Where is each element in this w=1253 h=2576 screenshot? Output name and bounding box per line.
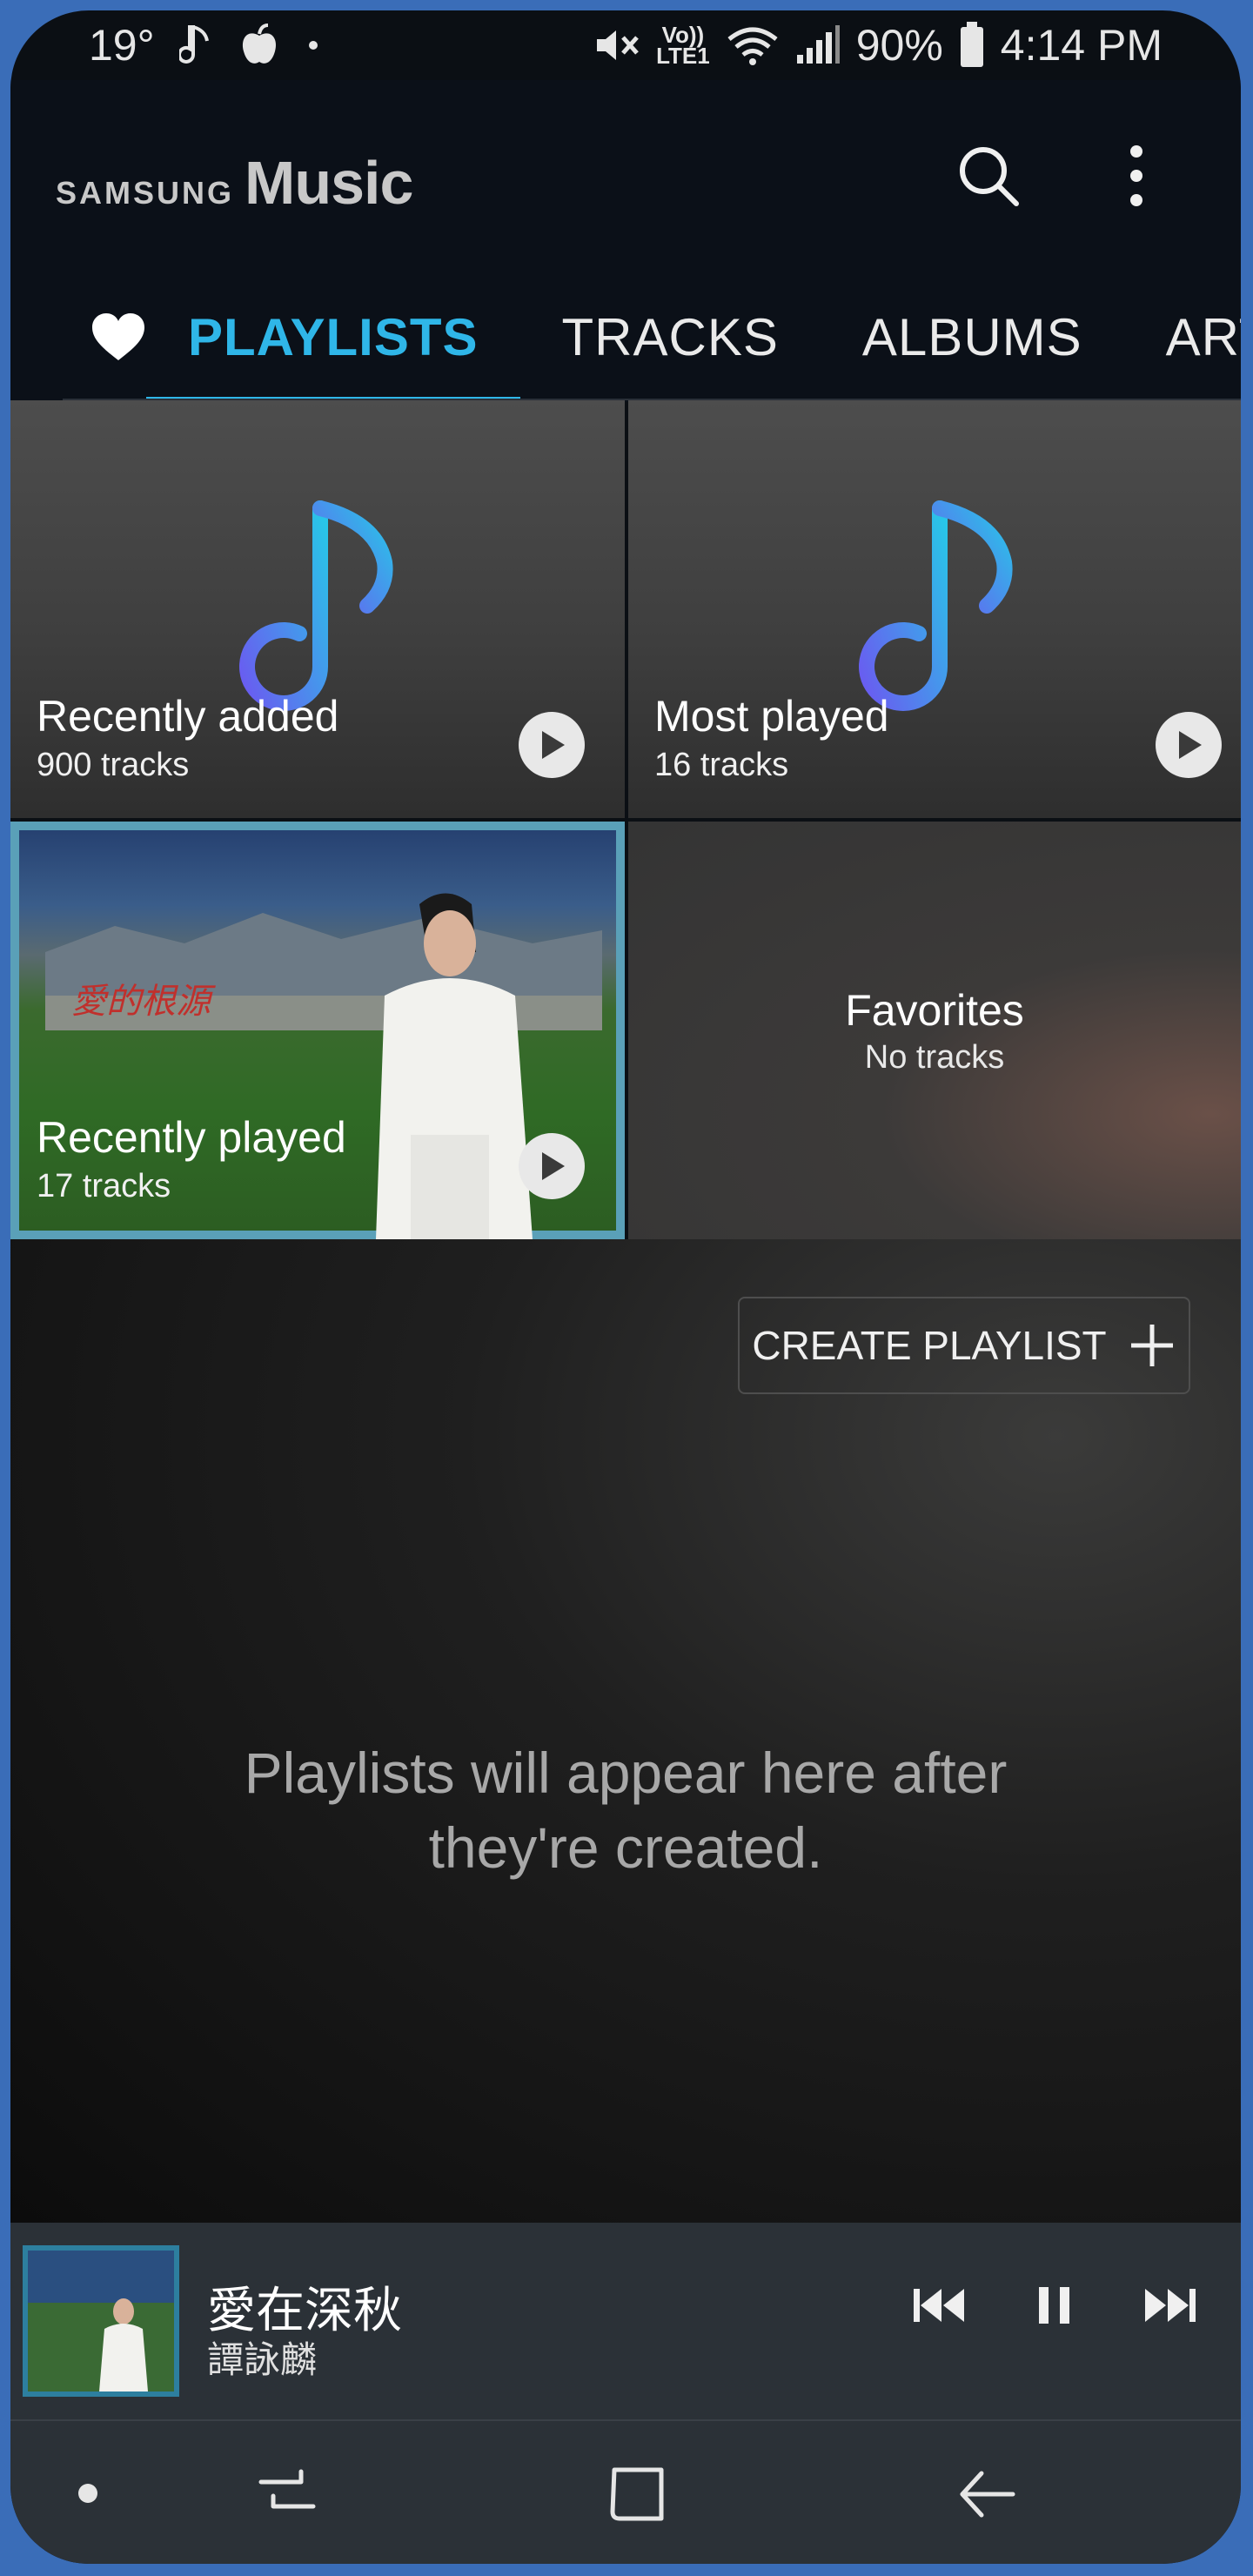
playlist-title: Recently played xyxy=(37,1113,346,1162)
recents-icon xyxy=(258,2469,316,2509)
status-bar: 19° Vo)) LTE1 90% 4:14 PM xyxy=(10,10,1241,80)
playlist-title: Most played xyxy=(654,692,889,741)
mute-icon xyxy=(592,23,640,67)
playlist-card-recently-added[interactable]: Recently added 900 tracks xyxy=(10,400,625,818)
music-note-icon xyxy=(859,500,1013,711)
nav-dot-icon xyxy=(75,2480,101,2511)
pause-icon xyxy=(1039,2287,1069,2324)
tab-playlists[interactable]: PLAYLISTS xyxy=(146,272,520,402)
back-icon xyxy=(960,2471,1015,2518)
play-icon xyxy=(542,731,565,759)
playlist-title: Recently added xyxy=(37,692,339,741)
svg-text:愛的根源: 愛的根源 xyxy=(71,982,216,1022)
pause-button[interactable] xyxy=(1037,2284,1072,2331)
home-button[interactable] xyxy=(606,2463,668,2530)
create-playlist-button[interactable]: CREATE PLAYLIST xyxy=(738,1297,1190,1394)
wifi-icon xyxy=(726,23,780,67)
playlist-card-most-played[interactable]: Most played 16 tracks xyxy=(628,400,1241,818)
more-vert-icon xyxy=(1130,145,1142,206)
search-button[interactable] xyxy=(954,141,1023,211)
apple-icon xyxy=(238,23,280,67)
volte-indicator: Vo)) LTE1 xyxy=(656,22,710,69)
now-playing-artist: 譚詠麟 xyxy=(207,2339,318,2380)
plus-icon xyxy=(1130,1325,1173,1366)
system-nav-bar xyxy=(10,2419,1241,2564)
music-note-status-icon xyxy=(178,23,214,67)
signal-icon xyxy=(795,23,841,67)
playlist-subtitle: 16 tracks xyxy=(654,747,789,783)
playlist-grid: Recently added 900 tracks Most played 16… xyxy=(10,400,1241,1239)
playlist-content-area: CREATE PLAYLIST Playlists will appear he… xyxy=(10,1239,1241,2223)
device-screen: 19° Vo)) LTE1 90% 4:14 PM SAMSUNG Music … xyxy=(10,10,1241,2564)
play-icon xyxy=(542,1152,565,1180)
temperature: 19° xyxy=(89,21,155,70)
tab-tracks[interactable]: TRACKS xyxy=(520,272,821,402)
heart-icon xyxy=(92,313,144,360)
playlist-subtitle: 17 tracks xyxy=(37,1168,171,1204)
tab-albums[interactable]: ALBUMS xyxy=(821,272,1124,402)
battery-percent: 90% xyxy=(855,21,943,70)
next-icon xyxy=(1145,2289,1196,2322)
create-playlist-label: CREATE PLAYLIST xyxy=(752,1323,1107,1368)
play-button[interactable] xyxy=(519,712,585,778)
playlist-subtitle: 900 tracks xyxy=(37,747,190,783)
tab-artists[interactable]: ARTISTS xyxy=(1124,272,1241,402)
app-header: SAMSUNG Music xyxy=(10,80,1241,272)
empty-state-message: Playlists will appear here after they're… xyxy=(244,1741,1008,1880)
play-icon xyxy=(1179,731,1202,759)
search-icon xyxy=(960,147,1019,206)
clock: 4:14 PM xyxy=(1000,21,1163,70)
music-note-icon xyxy=(239,500,393,711)
previous-icon xyxy=(914,2289,964,2322)
previous-button[interactable] xyxy=(912,2284,966,2331)
tab-favorites[interactable] xyxy=(90,272,146,402)
next-button[interactable] xyxy=(1143,2284,1197,2331)
playlist-card-recently-played[interactable]: 愛的根源 Recently played 17 tracks xyxy=(10,822,625,1239)
app-logo: SAMSUNG Music xyxy=(56,148,413,218)
back-button[interactable] xyxy=(955,2463,1018,2530)
tab-bar: PLAYLISTS TRACKS ALBUMS ARTISTS xyxy=(10,272,1241,402)
brand-prefix: SAMSUNG xyxy=(56,175,235,211)
playlist-card-favorites[interactable]: Favorites No tracks xyxy=(628,822,1241,1239)
play-button[interactable] xyxy=(519,1133,585,1199)
playlist-subtitle: No tracks xyxy=(864,1039,1005,1076)
play-button[interactable] xyxy=(1156,712,1222,778)
more-options-button[interactable] xyxy=(1102,141,1171,211)
brand-name: Music xyxy=(245,149,413,217)
recents-button[interactable] xyxy=(256,2463,318,2530)
notification-dot-icon xyxy=(305,37,322,54)
battery-icon xyxy=(959,22,985,69)
mini-player[interactable]: 愛在深秋 譚詠麟 xyxy=(10,2223,1241,2419)
now-playing-album-art[interactable] xyxy=(23,2245,179,2397)
playlist-title: Favorites xyxy=(845,986,1024,1035)
home-icon xyxy=(610,2467,664,2521)
